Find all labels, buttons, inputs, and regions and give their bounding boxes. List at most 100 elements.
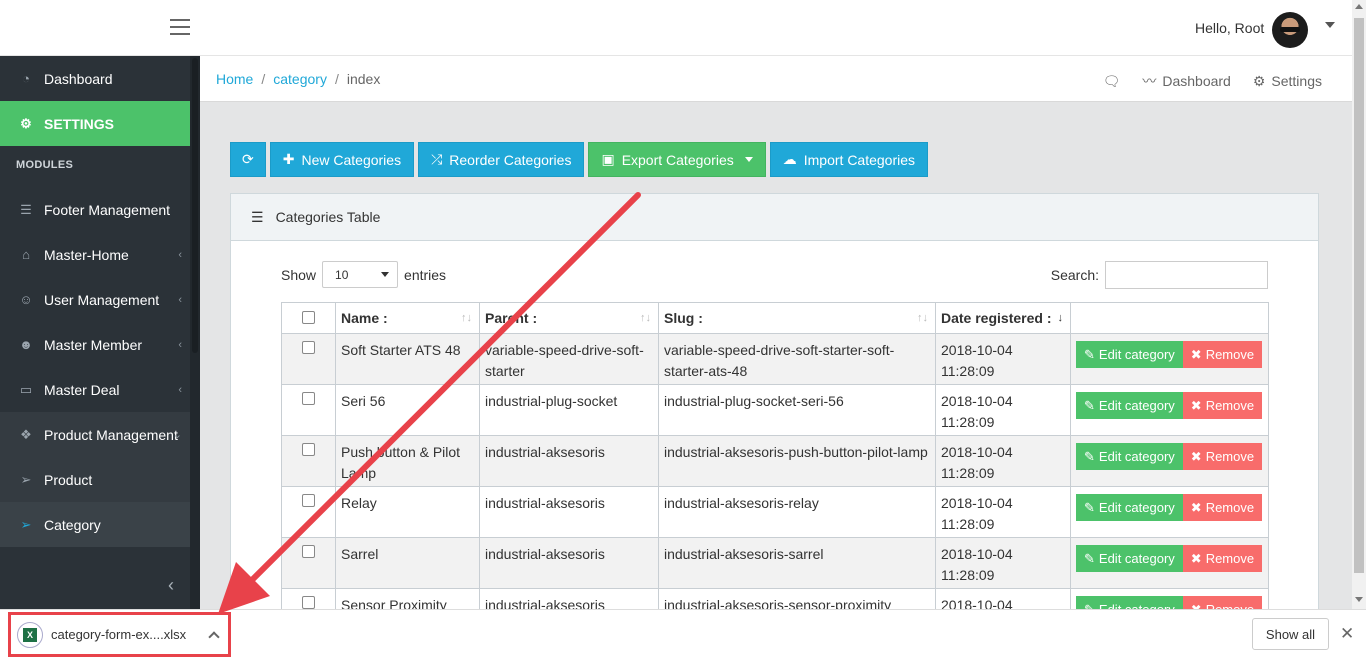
sidebar-collapse-icon[interactable]: ‹ — [168, 575, 174, 596]
close-icon: ✖ — [1190, 551, 1202, 566]
search-input[interactable] — [1105, 261, 1268, 289]
gear-icon: ⚙ — [1252, 72, 1266, 89]
toolbar: ⟳ ✚ New Categories ⤮ Reorder Categories ▣ E… — [230, 142, 929, 177]
breadcrumb-category[interactable]: category — [273, 71, 327, 87]
chevron-up-icon[interactable] — [208, 630, 220, 643]
sidebar-item-product-management[interactable]: ❖ Product Management ⌄ — [0, 412, 190, 457]
edit-category-button[interactable]: ✎Edit category — [1076, 494, 1183, 521]
remove-button[interactable]: ✖Remove — [1182, 341, 1263, 368]
sidebar-item-settings[interactable]: ⚙ SETTINGS — [0, 101, 190, 146]
refresh-button[interactable]: ⟳ — [230, 142, 266, 177]
scrollbar-thumb[interactable] — [1354, 18, 1364, 573]
main-content: Home / category / index 🗨 〰 Dashboard ⚙ Se… — [200, 56, 1352, 609]
table-row: Relay industrial-aksesoris industrial-ak… — [281, 486, 1269, 538]
cell-parent: industrial-aksesoris — [479, 486, 659, 538]
edit-category-button[interactable]: ✎Edit category — [1076, 596, 1183, 609]
comment-button[interactable]: 🗨 — [1103, 71, 1121, 91]
remove-button[interactable]: ✖Remove — [1182, 494, 1263, 521]
cell-date: 2018-10-04 11:28:09 — [935, 537, 1071, 589]
cell-parent: industrial-plug-socket — [479, 384, 659, 436]
edit-category-button[interactable]: ✎Edit category — [1076, 392, 1183, 419]
edit-category-button[interactable]: ✎Edit category — [1076, 443, 1183, 470]
user-greeting: Hello, Root — [1195, 20, 1265, 36]
entries-label: entries — [404, 266, 447, 283]
cell-slug: industrial-plug-socket-seri-56 — [658, 384, 936, 436]
sidebar-item-master-member[interactable]: ☻ Master Member ‹ — [0, 322, 190, 367]
scroll-up-icon[interactable] — [1355, 4, 1363, 9]
column-header-slug[interactable]: Slug : ↑↓ — [658, 302, 936, 334]
scroll-down-icon[interactable] — [1355, 597, 1363, 602]
menu-lines-icon: ☰ — [251, 208, 264, 225]
sidebar-item-label: Master Deal — [44, 381, 120, 398]
row-checkbox[interactable] — [302, 545, 315, 558]
row-checkbox[interactable] — [302, 494, 315, 507]
money-icon: ▭ — [19, 381, 33, 397]
close-icon: ✖ — [1191, 599, 1202, 609]
row-checkbox[interactable] — [302, 596, 315, 609]
edit-category-button[interactable]: ✎Edit category — [1076, 341, 1183, 368]
download-filename: category-form-ex....xlsx — [51, 627, 187, 642]
cell-parent: industrial-aksesoris — [479, 588, 659, 609]
sidebar-item-product[interactable]: ➢ Product — [0, 457, 190, 502]
remove-button[interactable]: ✖Remove — [1182, 392, 1263, 419]
avatar[interactable] — [1272, 12, 1308, 48]
remove-button[interactable]: ✖Remove — [1182, 545, 1263, 572]
cell-actions: ✎Edit category ✖Remove — [1070, 486, 1269, 538]
remove-label: Remove — [1205, 551, 1255, 566]
select-all-checkbox[interactable] — [302, 311, 315, 324]
sidebar-scrollbar[interactable] — [190, 56, 200, 609]
row-checkbox[interactable] — [302, 392, 315, 405]
chevron-left-icon: ‹ — [178, 338, 182, 351]
breadcrumb-separator: / — [261, 71, 266, 87]
table-row: Push button & Pilot Lamp industrial-akse… — [281, 435, 1269, 487]
page-size-value: 10 — [335, 267, 349, 282]
remove-button[interactable]: ✖Remove — [1182, 443, 1263, 470]
export-categories-button[interactable]: ▣ Export Categories — [588, 142, 766, 177]
user-menu-caret-icon[interactable] — [1325, 22, 1335, 28]
reorder-categories-button[interactable]: ⤮ Reorder Categories — [418, 142, 585, 177]
sidebar-item-dashboard[interactable]: ◔ Dashboard — [0, 56, 190, 101]
show-all-button[interactable]: Show all — [1252, 618, 1329, 650]
new-categories-button[interactable]: ✚ New Categories — [269, 142, 415, 177]
sidebar-item-master-home[interactable]: ⌂ Master-Home ‹ — [0, 232, 190, 277]
hamburger-menu-icon[interactable] — [170, 19, 190, 35]
sidebar-item-footer-management[interactable]: ☰ Footer Management — [0, 187, 190, 232]
select-all-cell — [281, 302, 336, 334]
user-icon: ☺ — [19, 292, 33, 307]
close-icon: ✖ — [1190, 398, 1202, 413]
breadcrumb-home[interactable]: Home — [216, 71, 253, 87]
cell-date: 2018-10-04 — [935, 588, 1071, 609]
close-icon[interactable]: ✕ — [1340, 624, 1354, 644]
edit-category-button[interactable]: ✎Edit category — [1076, 545, 1183, 572]
row-checkbox[interactable] — [302, 341, 315, 354]
sidebar-item-user-management[interactable]: ☺ User Management ‹ — [0, 277, 190, 322]
sidebar: ◔ Dashboard ⚙ SETTINGS MODULES ☰ Footer … — [0, 56, 200, 609]
page-scrollbar[interactable] — [1352, 0, 1366, 609]
select-arrow-icon — [381, 272, 390, 277]
settings-link[interactable]: ⚙ Settings — [1253, 71, 1322, 91]
column-header-label: Parent : — [485, 310, 538, 326]
import-categories-button[interactable]: ☁ Import Categories — [769, 142, 929, 177]
column-header-date[interactable]: Date registered : ↓ — [935, 302, 1071, 334]
breadcrumb-current: index — [346, 71, 381, 87]
edit-label: Edit category — [1098, 449, 1175, 464]
page-size-select[interactable]: 10 — [322, 261, 399, 288]
page-size-control: Show 10 entries — [281, 261, 446, 288]
chevron-left-icon: ‹ — [178, 248, 182, 261]
sidebar-item-master-deal[interactable]: ▭ Master Deal ‹ — [0, 367, 190, 412]
remove-label: Remove — [1205, 398, 1255, 413]
cell-parent: variable-speed-drive-soft-starter — [479, 333, 659, 385]
reorder-categories-label: Reorder Categories — [449, 151, 572, 168]
downloaded-file-item[interactable]: X category-form-ex....xlsx — [8, 612, 231, 657]
column-header-parent[interactable]: Parent : ↑↓ — [479, 302, 659, 334]
row-checkbox[interactable] — [302, 443, 315, 456]
sidebar-item-category[interactable]: ➢ Category — [0, 502, 190, 547]
remove-button[interactable]: ✖ Remove — [1182, 596, 1263, 609]
edit-label: Edit category — [1098, 398, 1175, 413]
edit-icon: ✎ — [1084, 347, 1095, 362]
remove-label: Remove — [1205, 347, 1255, 362]
dashboard-link[interactable]: 〰 Dashboard — [1142, 71, 1231, 91]
remove-label: Remove — [1206, 599, 1254, 609]
column-header-name[interactable]: Name : ↑↓ — [335, 302, 480, 334]
breadcrumb-bar: Home / category / index 🗨 〰 Dashboard ⚙ Se… — [200, 56, 1352, 102]
